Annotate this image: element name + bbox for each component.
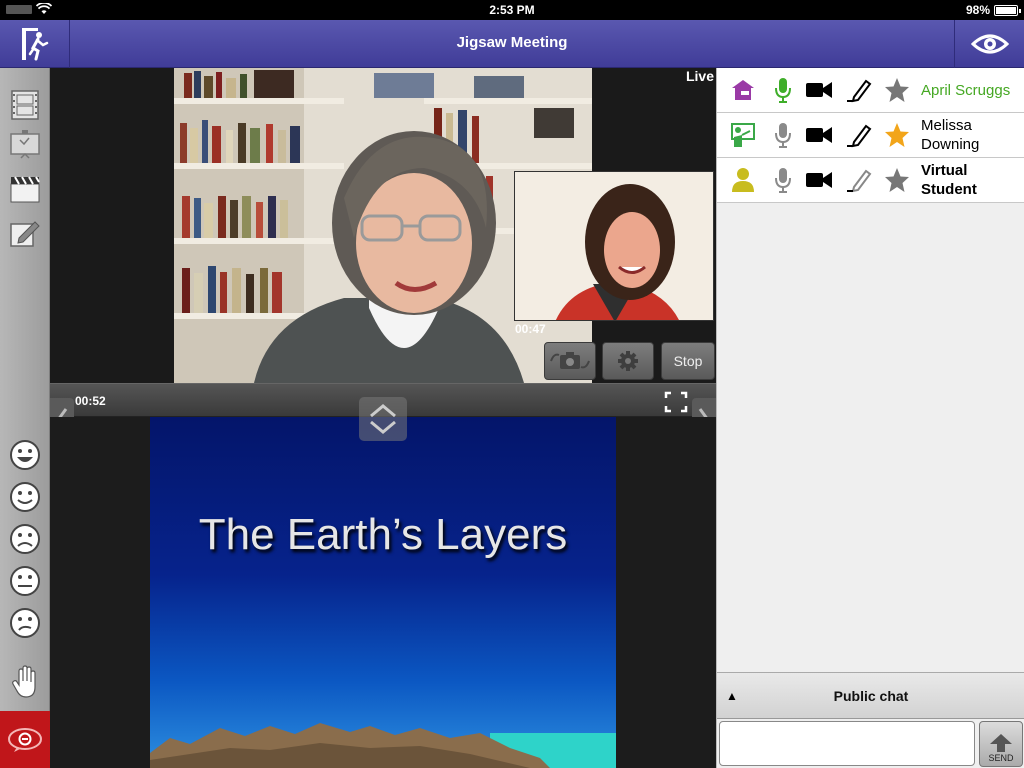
video-clip-button[interactable] — [8, 172, 42, 206]
left-toolbar — [0, 68, 50, 768]
student-icon — [729, 166, 757, 194]
raise-hand-button[interactable] — [9, 665, 41, 698]
slide-area: The Earth’s Layers — [50, 417, 716, 768]
pip-webcam-image — [515, 172, 713, 320]
slide-title: The Earth’s Layers — [198, 510, 568, 559]
battery-icon — [994, 5, 1021, 16]
status-bar: 2:53 PM 98% — [0, 0, 1024, 20]
microphone-icon[interactable] — [769, 166, 797, 194]
main-stage: Live 00:47 Stop 00:52 The Earth’s Layers — [50, 68, 716, 768]
gear-icon — [618, 351, 638, 371]
presentation-icon — [10, 130, 40, 159]
pencil-icon[interactable] — [845, 76, 873, 104]
emotion-smile-button[interactable] — [9, 481, 41, 513]
exit-door-icon — [21, 28, 48, 61]
app-header: Jigsaw Meeting — [0, 20, 1024, 68]
whiteboard-button[interactable] — [8, 216, 42, 250]
upload-arrow-icon — [990, 734, 1012, 752]
switch-camera-button[interactable] — [544, 342, 596, 380]
participant-row[interactable]: Virtual Student — [717, 158, 1024, 203]
video-camera-icon[interactable] — [805, 121, 833, 149]
microphone-icon[interactable] — [769, 121, 797, 149]
pip-timer: 00:47 — [515, 322, 546, 336]
mountain-graphic — [150, 723, 616, 768]
pencil-icon[interactable] — [845, 121, 873, 149]
eye-icon — [970, 34, 1009, 54]
live-label: Live — [685, 68, 714, 84]
app-window: 2:53 PM 98% Jigsaw Meeting Live 00:47 St… — [0, 0, 1024, 768]
meeting-title: Jigsaw Meeting — [456, 34, 568, 51]
star-icon[interactable] — [883, 121, 911, 149]
public-chat-label: Public chat — [833, 688, 909, 704]
emotion-sad-button[interactable] — [9, 523, 41, 555]
pip-controls: Stop — [544, 342, 716, 382]
switch-camera-icon — [550, 352, 590, 369]
participant-name: April Scruggs — [921, 82, 1011, 99]
resize-handle[interactable] — [359, 397, 407, 441]
chat-bubble-icon — [8, 727, 42, 752]
star-icon[interactable] — [883, 76, 911, 104]
video-area: Live 00:47 Stop — [50, 68, 716, 383]
clapperboard-icon — [10, 176, 40, 203]
media-library-button[interactable] — [8, 88, 42, 122]
video-camera-icon[interactable] — [805, 166, 833, 194]
participant-name: Melissa Downing — [921, 117, 980, 153]
raise-hand-icon — [12, 665, 36, 698]
neutral-face-icon — [10, 566, 40, 596]
video-camera-icon[interactable] — [805, 76, 833, 104]
film-strip-icon — [11, 90, 39, 120]
status-time: 2:53 PM — [489, 3, 535, 17]
chat-input[interactable] — [719, 721, 975, 766]
sad-face-icon — [10, 524, 40, 554]
confused-face-icon — [10, 608, 40, 638]
participants-panel: April Scruggs Melissa Downing Virtual Stud… — [716, 68, 1024, 768]
battery-percent: 98% — [965, 3, 990, 17]
send-button[interactable]: SEND — [979, 721, 1023, 767]
pip-video-feed[interactable] — [514, 171, 714, 321]
resize-arrows-icon — [370, 404, 396, 434]
presenter-icon — [729, 76, 757, 104]
fullscreen-icon[interactable] — [664, 391, 688, 413]
view-toggle-button[interactable] — [954, 20, 1024, 68]
emotion-happy-button[interactable] — [9, 439, 41, 471]
smile-face-icon — [10, 482, 40, 512]
participant-row[interactable]: April Scruggs — [717, 68, 1024, 113]
teacher-icon — [729, 121, 757, 149]
pencil-icon[interactable] — [845, 166, 873, 194]
star-icon[interactable] — [883, 166, 911, 194]
edit-note-icon — [10, 221, 40, 247]
exit-meeting-button[interactable] — [0, 20, 70, 68]
stop-button[interactable]: Stop — [661, 342, 715, 380]
emotion-confused-button[interactable] — [9, 607, 41, 639]
public-chat-header[interactable]: ▲ Public chat — [717, 672, 1024, 719]
happy-face-icon — [10, 440, 40, 470]
participant-row[interactable]: Melissa Downing — [717, 113, 1024, 158]
presentation-button[interactable] — [8, 128, 42, 162]
chat-toggle-button[interactable] — [0, 711, 50, 768]
presentation-slide[interactable]: The Earth’s Layers — [150, 417, 616, 768]
microphone-icon[interactable] — [769, 76, 797, 104]
main-timer: 00:52 — [75, 394, 106, 408]
send-label: SEND — [988, 753, 1014, 763]
settings-button[interactable] — [602, 342, 654, 380]
participant-name: Virtual Student — [921, 162, 977, 198]
emotion-neutral-button[interactable] — [9, 565, 41, 597]
